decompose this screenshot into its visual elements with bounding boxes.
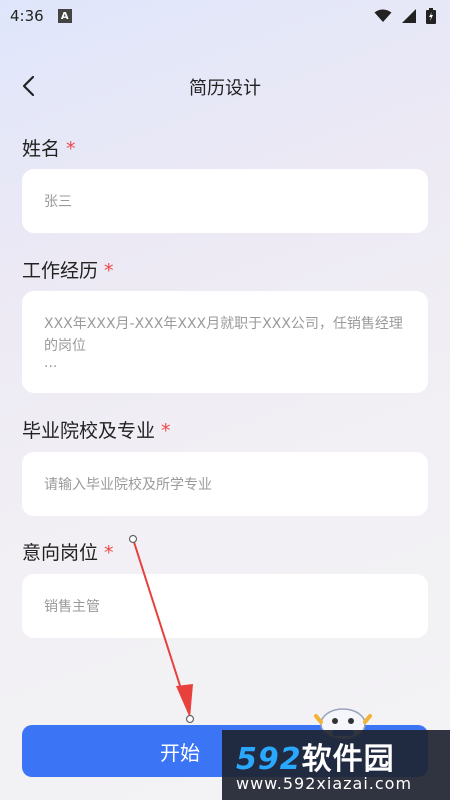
status-icons bbox=[374, 8, 436, 24]
work-experience-label: 工作经历 * bbox=[22, 256, 114, 283]
watermark-url: www.592xiazai.com bbox=[236, 774, 413, 793]
work-experience-line: XXX年XXX月-XXX年XXX月就职于XXX公司，任销售经理 bbox=[44, 316, 403, 332]
work-experience-label-text: 工作经历 bbox=[22, 260, 99, 282]
watermark-digits: 592 bbox=[236, 742, 302, 777]
work-experience-line: ... bbox=[44, 355, 58, 371]
notification-icon: A bbox=[57, 9, 72, 23]
annotation-arrow-icon bbox=[128, 534, 195, 724]
signal-icon bbox=[402, 9, 416, 23]
position-label: 意向岗位 * bbox=[22, 538, 114, 565]
required-mark: * bbox=[104, 260, 114, 282]
nav-bar: 简历设计 bbox=[0, 62, 450, 110]
name-label: 姓名 * bbox=[22, 134, 76, 161]
work-experience-textarea[interactable]: XXX年XXX月-XXX年XXX月就职于XXX公司，任销售经理 的岗位 ... bbox=[22, 291, 428, 393]
watermark-text: 软件园 bbox=[301, 742, 395, 777]
name-input[interactable]: 张三 bbox=[22, 169, 428, 233]
battery-icon bbox=[426, 8, 436, 24]
position-label-text: 意向岗位 bbox=[22, 542, 99, 564]
work-experience-line: 的岗位 bbox=[44, 338, 86, 354]
status-bar: 4:36 A bbox=[0, 0, 450, 32]
education-label-text: 毕业院校及专业 bbox=[22, 420, 156, 442]
watermark: 592软件园 www.592xiazai.com bbox=[222, 730, 450, 800]
wifi-icon bbox=[374, 9, 392, 22]
position-input-value: 销售主管 bbox=[44, 599, 100, 615]
status-time: 4:36 bbox=[10, 7, 44, 25]
required-mark: * bbox=[66, 138, 76, 160]
required-mark: * bbox=[104, 542, 114, 564]
position-input[interactable]: 销售主管 bbox=[22, 574, 428, 638]
education-label: 毕业院校及专业 * bbox=[22, 416, 171, 443]
page-title: 简历设计 bbox=[189, 78, 261, 99]
education-input[interactable]: 请输入毕业院校及所学专业 bbox=[22, 452, 428, 516]
required-mark: * bbox=[161, 420, 171, 442]
education-input-placeholder: 请输入毕业院校及所学专业 bbox=[44, 477, 212, 493]
name-label-text: 姓名 bbox=[22, 138, 61, 160]
watermark-logo: 592软件园 bbox=[236, 734, 395, 778]
start-button-label: 开始 bbox=[160, 740, 200, 765]
name-input-value: 张三 bbox=[44, 194, 72, 210]
